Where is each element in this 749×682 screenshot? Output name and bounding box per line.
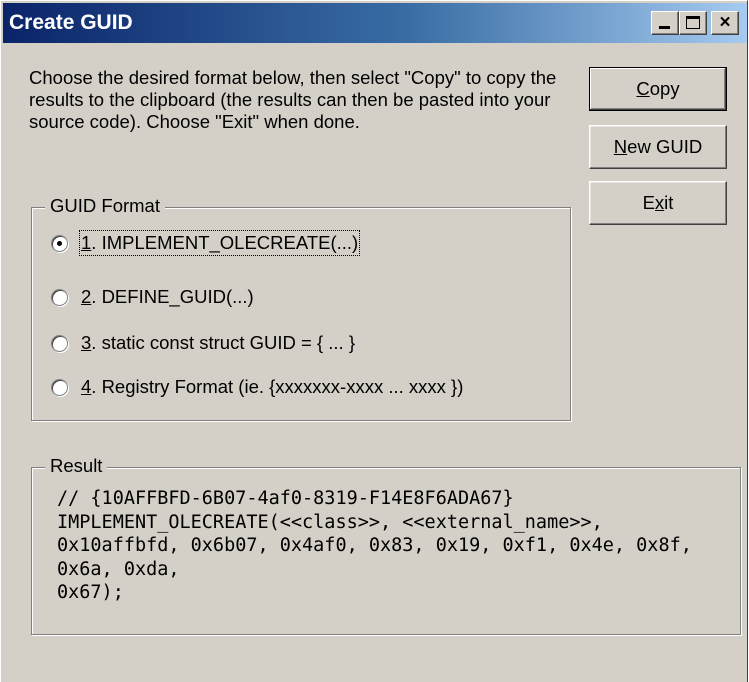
guid-format-legend: GUID Format bbox=[45, 195, 165, 217]
radio-button-icon[interactable] bbox=[51, 334, 68, 352]
close-icon: × bbox=[719, 12, 731, 33]
instructions-text: Choose the desired format below, then se… bbox=[29, 67, 557, 132]
maximize-button[interactable] bbox=[679, 11, 707, 35]
result-legend: Result bbox=[45, 455, 108, 477]
radio-button-icon[interactable] bbox=[51, 288, 68, 306]
format-option-4[interactable]: 4. Registry Format (ie. {xxxxxxx-xxxx ..… bbox=[51, 373, 463, 401]
format-option-3[interactable]: 3. static const struct GUID = { ... } bbox=[51, 329, 355, 357]
radio-button-icon[interactable] bbox=[51, 378, 68, 396]
maximize-icon bbox=[686, 16, 700, 29]
exit-button-label: Exit bbox=[642, 192, 674, 213]
close-button[interactable]: × bbox=[711, 11, 739, 35]
minimize-icon bbox=[659, 26, 670, 29]
minimize-button[interactable] bbox=[651, 11, 679, 35]
create-guid-dialog: Create GUID × Choose the desired format … bbox=[0, 0, 748, 682]
exit-button[interactable]: Exit bbox=[589, 181, 727, 225]
format-option-label: 1. IMPLEMENT_OLECREATE(...) bbox=[78, 230, 361, 256]
title-bar[interactable]: Create GUID × bbox=[3, 3, 747, 43]
result-text: // {10AFFBFD-6B07-4af0-8319-F14E8F6ADA67… bbox=[57, 488, 692, 603]
format-option-label: 3. static const struct GUID = { ... } bbox=[81, 332, 356, 353]
copy-button-label: Copy bbox=[636, 78, 680, 99]
new-guid-button-label: New GUID bbox=[613, 136, 703, 157]
radio-button-icon[interactable] bbox=[51, 234, 68, 252]
format-option-label: 2. DEFINE_GUID(...) bbox=[81, 286, 254, 307]
copy-button[interactable]: Copy bbox=[589, 67, 727, 111]
new-guid-button[interactable]: New GUID bbox=[589, 125, 727, 169]
format-option-label: 4. Registry Format (ie. {xxxxxxx-xxxx ..… bbox=[81, 376, 464, 397]
window-title: Create GUID bbox=[9, 11, 133, 34]
format-option-1[interactable]: 1. IMPLEMENT_OLECREATE(...) bbox=[51, 229, 361, 257]
format-option-2[interactable]: 2. DEFINE_GUID(...) bbox=[51, 283, 254, 311]
